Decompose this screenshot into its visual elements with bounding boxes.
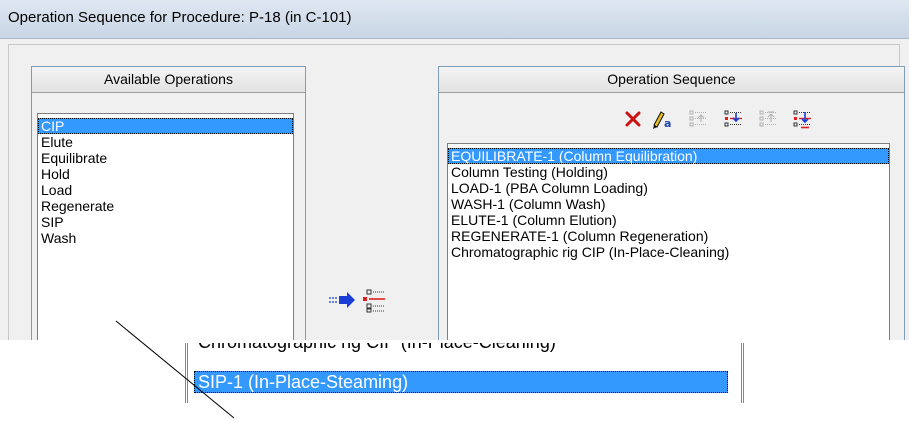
list-item-sip[interactable]: SIP	[38, 214, 293, 230]
list-item-elute[interactable]: Elute	[38, 134, 293, 150]
move-down-icon	[724, 110, 742, 127]
move-up-icon	[689, 110, 707, 127]
operation-sequence-header: Operation Sequence	[439, 67, 904, 93]
list-item-wash[interactable]: Wash	[38, 230, 293, 246]
available-operations-list[interactable]: CIP Elute Equilibrate Hold Load Regenera…	[37, 113, 294, 340]
sequence-toolbar: a	[439, 107, 904, 131]
svg-text:a: a	[664, 117, 671, 130]
move-top-button[interactable]	[757, 107, 781, 131]
move-down-button[interactable]	[722, 107, 746, 131]
sequence-item[interactable]: REGENERATE-1 (Column Regeneration)	[448, 228, 889, 244]
zoom-selected-item[interactable]: SIP-1 (In-Place-Steaming)	[194, 371, 728, 393]
title-bar[interactable]: Operation Sequence for Procedure: P-18 (…	[0, 0, 909, 39]
move-top-icon	[759, 110, 777, 127]
sequence-item[interactable]: Column Testing (Holding)	[448, 164, 889, 180]
rename-button[interactable]: a	[651, 107, 675, 131]
operation-sequence-panel: Operation Sequence a EQUILIBRATE-1 (Colu…	[438, 66, 905, 340]
operation-sequence-dialog: Operation Sequence for Procedure: P-18 (…	[0, 0, 909, 340]
move-bottom-button[interactable]	[791, 107, 815, 131]
add-to-sequence-icon	[329, 289, 385, 313]
delete-icon	[625, 111, 641, 127]
zoom-inset: Chromatographic rig CIP (In-Place-Cleani…	[185, 343, 744, 403]
zoom-cut-line: Chromatographic rig CIP (In-Place-Cleani…	[194, 343, 556, 353]
sequence-item[interactable]: ELUTE-1 (Column Elution)	[448, 212, 889, 228]
add-to-sequence-button[interactable]	[320, 285, 410, 315]
list-item-load[interactable]: Load	[38, 182, 293, 198]
list-item-cip[interactable]: CIP	[38, 118, 293, 134]
list-item-equilibrate[interactable]: Equilibrate	[38, 150, 293, 166]
move-bottom-icon	[793, 110, 811, 129]
delete-button[interactable]	[621, 107, 645, 131]
sequence-item[interactable]: LOAD-1 (PBA Column Loading)	[448, 180, 889, 196]
sequence-item[interactable]: EQUILIBRATE-1 (Column Equilibration)	[448, 148, 889, 164]
rename-icon: a	[653, 111, 671, 130]
move-up-button[interactable]	[687, 107, 711, 131]
list-item-regenerate[interactable]: Regenerate	[38, 198, 293, 214]
available-operations-panel: Available Operations CIP Elute Equilibra…	[31, 66, 306, 340]
operation-sequence-list[interactable]: EQUILIBRATE-1 (Column Equilibration) Col…	[447, 143, 890, 340]
sequence-item[interactable]: WASH-1 (Column Wash)	[448, 196, 889, 212]
sequence-item[interactable]: Chromatographic rig CIP (In-Place-Cleani…	[448, 244, 889, 260]
window-title: Operation Sequence for Procedure: P-18 (…	[8, 9, 352, 26]
list-item-hold[interactable]: Hold	[38, 166, 293, 182]
available-operations-header: Available Operations	[32, 67, 305, 93]
